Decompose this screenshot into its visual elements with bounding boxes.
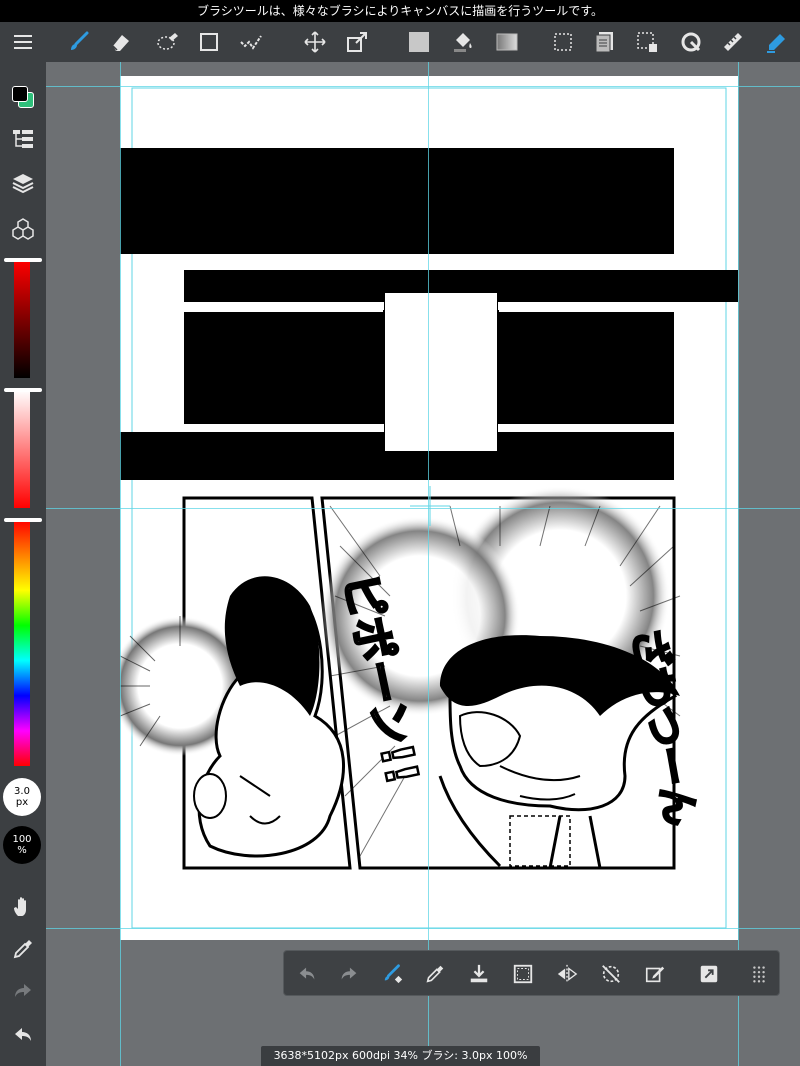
canvas-info-bar: 3638*5102px 600dpi 34% ブラシ: 3.0px 100% <box>261 1046 540 1066</box>
rotate-reset-icon[interactable] <box>596 959 626 989</box>
saturation-slider[interactable] <box>4 388 42 508</box>
canvas-workspace[interactable]: ピポーン!! ざわつーん <box>46 62 800 1066</box>
undo-icon[interactable] <box>292 959 322 989</box>
guide-line <box>428 62 429 1066</box>
eraser-icon[interactable] <box>106 28 136 56</box>
brightness-slider[interactable] <box>4 258 42 378</box>
move-icon[interactable] <box>300 28 330 56</box>
layer-properties-icon[interactable] <box>8 124 38 154</box>
fit-screen-icon[interactable] <box>694 959 724 989</box>
transform-icon[interactable] <box>342 28 372 56</box>
bucket-icon[interactable] <box>448 28 478 56</box>
bottom-toolbar <box>283 950 780 996</box>
layers-icon[interactable] <box>8 168 38 198</box>
guide-line <box>46 928 800 929</box>
opacity-unit: % <box>17 845 27 856</box>
brightness-knob[interactable] <box>4 258 42 262</box>
left-sidebar: 3.0 px 100 % <box>0 62 46 1066</box>
undo-side-icon[interactable] <box>8 1020 38 1050</box>
download-icon[interactable] <box>464 959 494 989</box>
brush-size-value: 3.0 <box>14 786 30 797</box>
guide-line <box>46 86 800 87</box>
rotate-icon[interactable] <box>676 28 706 56</box>
hue-knob[interactable] <box>4 518 42 522</box>
edit-icon[interactable] <box>640 959 670 989</box>
brush-size-unit: px <box>15 797 29 808</box>
rectangle-icon[interactable] <box>194 28 224 56</box>
opacity-value: 100 <box>12 834 32 845</box>
select-pen-icon[interactable] <box>236 28 266 56</box>
redo-icon[interactable] <box>334 959 364 989</box>
lasso-eraser-icon[interactable] <box>152 28 182 56</box>
primary-color-swatch[interactable] <box>12 86 28 102</box>
hand-icon[interactable] <box>8 892 38 922</box>
brush-icon[interactable] <box>64 28 94 56</box>
comic-panels: ピポーン!! ざわつーん <box>110 486 705 870</box>
app-window: ブラシツールは、様々なブラシによりキャンバスに描画を行うツールです。 3.0 p… <box>0 0 800 1066</box>
color-chip[interactable] <box>10 84 36 110</box>
redo-side-icon[interactable] <box>8 976 38 1006</box>
saturation-knob[interactable] <box>4 388 42 392</box>
gradient-icon[interactable] <box>492 28 522 56</box>
flip-icon[interactable] <box>552 959 582 989</box>
materials-icon[interactable] <box>8 214 38 244</box>
guide-line <box>738 62 739 1066</box>
auto-select-icon[interactable] <box>762 28 792 56</box>
brush-eraser-toggle-icon[interactable] <box>378 959 408 989</box>
hue-slider[interactable] <box>4 518 42 766</box>
grid-menu-icon[interactable] <box>744 959 774 989</box>
select-all-icon[interactable] <box>508 959 538 989</box>
selection-icon[interactable] <box>548 28 578 56</box>
brush-size-indicator[interactable]: 3.0 px <box>3 778 41 816</box>
guide-line <box>120 62 121 1066</box>
eyedropper-side-icon[interactable] <box>8 934 38 964</box>
eyedropper-icon[interactable] <box>420 959 450 989</box>
fill-icon[interactable] <box>404 28 434 56</box>
menu-icon[interactable] <box>8 28 38 56</box>
guide-line <box>46 508 800 509</box>
copy-layer-icon[interactable] <box>590 28 620 56</box>
ruler-icon[interactable] <box>718 28 748 56</box>
lasso-select-icon[interactable] <box>632 28 662 56</box>
opacity-indicator[interactable]: 100 % <box>3 826 41 864</box>
top-toolbar <box>0 22 800 62</box>
status-message: ブラシツールは、様々なブラシによりキャンバスに描画を行うツールです。 <box>0 0 800 22</box>
